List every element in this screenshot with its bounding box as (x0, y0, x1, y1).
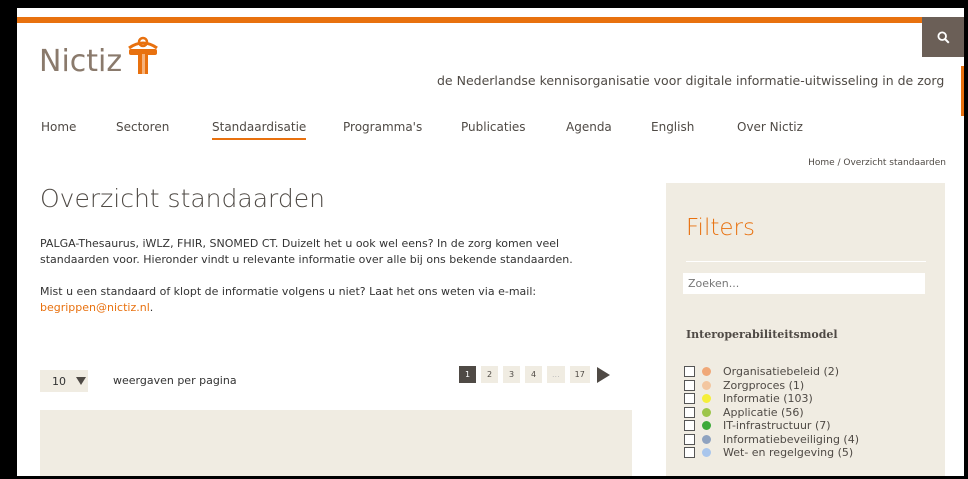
next-page-arrow-icon[interactable] (596, 366, 610, 383)
search-button[interactable] (922, 17, 964, 57)
filter-item[interactable]: Informatie (103) (684, 392, 859, 406)
page-2[interactable]: 2 (481, 366, 498, 383)
color-dot-icon (702, 421, 711, 431)
color-dot-icon (702, 367, 711, 377)
nav-english[interactable]: English (651, 120, 694, 134)
filter-item[interactable]: Informatiebeveiliging (4) (684, 433, 859, 447)
search-icon (936, 30, 950, 44)
filters-title: Filters (686, 215, 755, 241)
filter-label: Zorgproces (1) (723, 378, 805, 392)
color-dot-icon (702, 380, 711, 390)
filter-item[interactable]: Wet- en regelgeving (5) (684, 446, 859, 460)
nav-sectoren[interactable]: Sectoren (116, 120, 169, 134)
filter-label: Informatie (103) (723, 392, 813, 406)
nav-agenda[interactable]: Agenda (566, 120, 612, 134)
per-page-value: 10 (52, 374, 66, 388)
filter-label: Organisatiebeleid (2) (723, 365, 840, 379)
per-page-select[interactable]: 10 (40, 370, 88, 392)
nav-publicaties[interactable]: Publicaties (461, 120, 526, 134)
page-17[interactable]: 17 (569, 366, 590, 383)
filter-checkbox[interactable] (684, 379, 695, 391)
nictiz-logo-icon (126, 36, 160, 81)
nav-over-nictiz[interactable]: Over Nictiz (737, 120, 803, 134)
color-dot-icon (702, 407, 711, 417)
contact-text-body: Mist u een standaard of klopt de informa… (40, 285, 537, 298)
filter-label: Applicatie (56) (723, 405, 804, 419)
pagination: 1 2 3 4 ... 17 (459, 366, 610, 383)
per-page-label: weergaven per pagina (113, 374, 237, 387)
filter-list: Organisatiebeleid (2) Zorgproces (1) Infor… (684, 365, 859, 460)
filter-label: Informatiebeveiliging (4) (723, 432, 860, 446)
filters-panel: Filters Interoperabiliteitsmodel Organis… (666, 183, 945, 476)
filter-checkbox[interactable] (684, 433, 695, 445)
filter-item[interactable]: Zorgproces (1) (684, 379, 859, 393)
site-tagline: de Nederlandse kennisorganisatie voor di… (437, 73, 945, 88)
top-accent-bar (17, 17, 964, 23)
filter-search-input[interactable] (683, 273, 925, 294)
page-3[interactable]: 3 (503, 366, 520, 383)
logo-text: Nictiz (39, 44, 123, 79)
contact-text-suffix: . (149, 300, 154, 314)
color-dot-icon (702, 448, 711, 458)
results-panel (40, 410, 632, 476)
browser-page: Nictiz de Nederlandse kennisorganisatie … (17, 8, 964, 476)
chevron-down-icon (76, 377, 86, 385)
nav-home[interactable]: Home (41, 120, 76, 134)
filter-checkbox[interactable] (684, 447, 695, 459)
filter-item[interactable]: Organisatiebeleid (2) (684, 365, 859, 379)
breadcrumb[interactable]: Home / Overzicht standaarden (808, 158, 946, 168)
filter-item[interactable]: Applicatie (56) (684, 406, 859, 420)
filter-checkbox[interactable] (684, 393, 695, 405)
filters-divider (686, 261, 926, 262)
nav-programmas[interactable]: Programma's (343, 120, 422, 134)
page-ellipsis: ... (547, 366, 565, 383)
color-dot-icon (702, 434, 711, 444)
filter-label: IT-infrastructuur (7) (723, 419, 831, 433)
filter-checkbox[interactable] (684, 406, 695, 418)
filter-item[interactable]: IT-infrastructuur (7) (684, 419, 859, 433)
scroll-accent (961, 66, 964, 116)
filters-heading: Interoperabiliteitsmodel (686, 328, 838, 341)
color-dot-icon (702, 394, 711, 404)
filter-label: Wet- en regelgeving (5) (723, 446, 854, 460)
page-1[interactable]: 1 (459, 366, 476, 383)
filter-checkbox[interactable] (684, 420, 695, 432)
site-logo[interactable]: Nictiz (39, 36, 160, 81)
email-link[interactable]: begrippen@nictiz.nl (40, 301, 150, 314)
contact-text: Mist u een standaard of klopt de informa… (40, 284, 540, 315)
page-4[interactable]: 4 (525, 366, 542, 383)
intro-text: PALGA-Thesaurus, iWLZ, FHIR, SNOMED CT. … (40, 237, 573, 266)
filter-checkbox[interactable] (684, 366, 695, 378)
page-title: Overzicht standaarden (40, 184, 325, 213)
nav-standaardisatie[interactable]: Standaardisatie (212, 120, 307, 140)
